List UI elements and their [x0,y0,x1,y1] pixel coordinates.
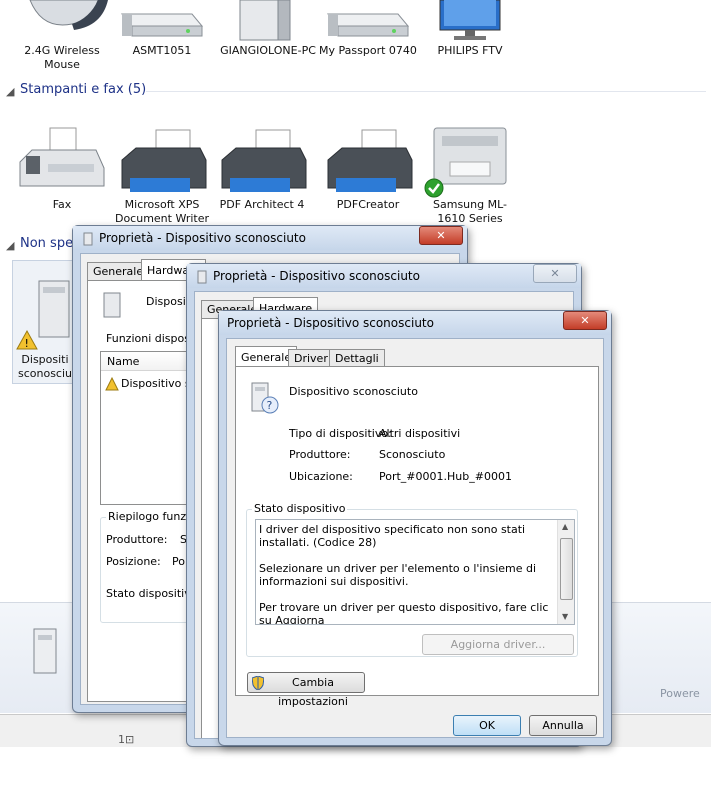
update-driver-button[interactable]: Aggiorna driver... [422,634,574,655]
scrollbar[interactable]: ▲ ▼ [557,520,574,624]
status-textbox[interactable]: I driver del dispositivo specificato non… [255,519,575,625]
location-label: Ubicazione: [289,470,353,483]
warning-icon [105,377,119,391]
location-value: Port_#0001.Hub_#0001 [379,470,512,483]
change-settings-button[interactable]: Cambia impostazioni [247,672,365,708]
unknown-device-icon: ? [251,382,279,414]
unknown-device-icon [33,628,57,674]
fax-device[interactable]: Fax [12,122,112,222]
type-label: Tipo di dispositivo: [289,427,392,440]
pdfcreator-device[interactable]: PDFCreator [318,122,418,222]
svg-text:!: ! [25,337,29,350]
dialog-title: Proprietà - Dispositivo sconosciuto [213,269,420,283]
unknown-device[interactable]: ! Dispositi sconosciu [12,260,78,384]
close-button[interactable]: ✕ [563,311,607,330]
device-label: PHILIPS FTV [437,44,503,57]
device-label: Samsung ML-1610 Series [433,198,507,225]
section-title: Stampanti e fax (5) [20,82,147,97]
tab-dettagli[interactable]: Dettagli [329,349,385,367]
device-label: GIANGIOLONE-PC [220,44,316,57]
monitor-device[interactable]: PHILIPS FTV [420,0,520,74]
svg-text:?: ? [267,399,273,412]
hard-drive-icon [326,13,410,37]
status-text: I driver del dispositivo specificato non… [259,523,549,625]
tab-generale[interactable]: Generale [87,262,150,280]
producer-label: Produttore: [289,448,351,461]
producer-value: Sconosciuto [379,448,446,461]
device-name: Dispositivo sconosciuto [289,385,418,398]
device-label: Microsoft XPS Document Writer [114,198,210,225]
printer-icon [327,129,413,192]
device-label: ASMT1051 [132,44,192,57]
hard-drive-icon [120,13,204,37]
unknown-device-icon: ! [16,280,70,350]
producer-label: Produttore: [106,533,168,546]
status-text: Powere [660,687,700,700]
scroll-down-icon[interactable]: ▼ [562,612,568,621]
device-label: 2.4G Wireless Mouse [24,44,100,71]
type-value: Altri dispositivi [379,427,461,440]
cancel-button[interactable]: Annulla [529,715,597,736]
status-icon: 1⊡ [118,733,135,746]
ok-button[interactable]: OK [453,715,521,736]
computer-tower-icon [239,0,291,41]
pdf-architect-device[interactable]: PDF Architect 4 [212,122,312,222]
fax-icon [19,127,105,187]
section-title: Non spe [20,236,74,251]
xps-printer-device[interactable]: Microsoft XPS Document Writer [112,122,212,232]
printer-icon [221,129,307,192]
position-label: Posizione: [106,555,161,568]
samsung-printer-device[interactable]: Samsung ML-1610 Series [420,122,520,232]
device-label: Fax [52,198,72,211]
dialog-title: Proprietà - Dispositivo sconosciuto [227,316,434,330]
monitor-icon [439,0,501,40]
device-icon [83,232,93,246]
tab-driver[interactable]: Driver [288,349,334,367]
close-button[interactable]: ✕ [419,226,463,245]
asmt1051-device[interactable]: ASMT1051 [112,0,212,74]
dialog-body: Generale Driver Dettagli ? Dispositivo s… [226,338,604,738]
collapse-arrow-icon: ◢ [6,85,15,98]
printers-section-header[interactable]: ◢ Stampanti e fax (5) [6,82,706,102]
change-settings-label: Cambia impostazioni [278,676,348,708]
collapse-arrow-icon: ◢ [6,239,15,252]
properties-dialog-front[interactable]: Proprietà - Dispositivo sconosciuto ✕ Ge… [218,310,612,746]
device-label: PDF Architect 4 [219,198,305,211]
device-icon [197,270,207,284]
scroll-thumb[interactable] [560,538,573,600]
mouse-icon [29,0,108,30]
column-name: Name [107,355,140,368]
mouse-device[interactable]: 2.4G Wireless Mouse [12,0,112,74]
dialog-title: Proprietà - Dispositivo sconosciuto [99,231,306,245]
general-panel: ? Dispositivo sconosciuto Tipo di dispos… [235,366,599,696]
device-icon [103,292,121,318]
printer-icon [121,129,207,192]
computer-device[interactable]: GIANGIOLONE-PC [218,0,318,74]
device-label: My Passport 0740 [319,44,417,57]
scroll-up-icon[interactable]: ▲ [562,522,568,531]
shield-icon [252,676,264,690]
device-label: PDFCreator [336,198,400,211]
close-button[interactable]: ✕ [533,264,577,283]
default-check-icon [424,178,444,198]
status-group-title: Stato dispositivo [252,502,348,515]
passport-device[interactable]: My Passport 0740 [318,0,418,74]
